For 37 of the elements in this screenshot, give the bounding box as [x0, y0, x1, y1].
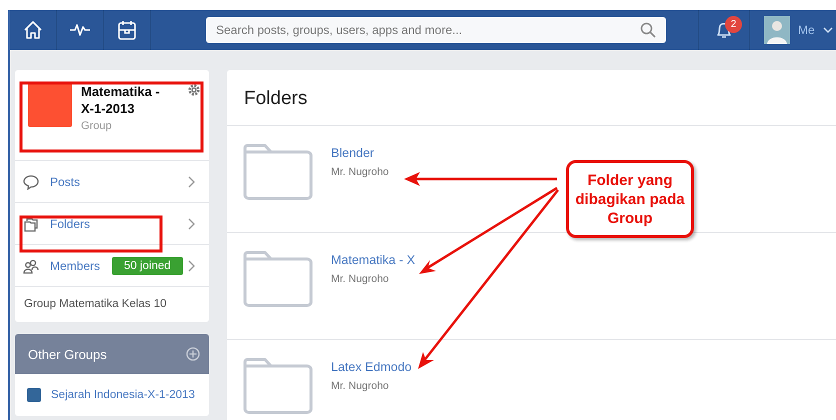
settings-icon[interactable] — [187, 83, 201, 97]
annotation-callout: Folder yang dibagikan pada Group — [566, 160, 694, 238]
page-title: Folders — [227, 70, 836, 126]
nav-label: Posts — [50, 174, 80, 188]
folder-owner: Mr. Nugroho — [331, 166, 389, 178]
chevron-right-icon — [188, 218, 195, 230]
group-type: Group — [81, 120, 113, 132]
folder-name-link[interactable]: Matematika - X — [331, 253, 416, 267]
group-avatar — [28, 83, 72, 127]
section-title: Other Groups — [28, 346, 107, 362]
people-icon — [23, 258, 39, 274]
notification-badge: 2 — [725, 16, 742, 33]
member-count-badge: 50 joined — [112, 256, 183, 274]
add-circle-icon[interactable] — [186, 347, 200, 361]
folder-name-link[interactable]: Blender — [331, 146, 389, 160]
home-icon[interactable] — [22, 19, 44, 41]
sidebar-nav-item[interactable]: Members 50 joined — [15, 245, 209, 287]
folder-owner: Mr. Nugroho — [331, 380, 390, 392]
speech-bubble-icon — [23, 174, 39, 190]
search-field[interactable]: Search posts, groups, users, apps and more... — [206, 17, 666, 43]
folders-icon — [23, 216, 39, 232]
search-icon[interactable] — [640, 22, 656, 38]
group-name: Matematika - X-1-2013 — [81, 83, 161, 117]
caret-icon[interactable] — [822, 27, 833, 33]
group-list-item[interactable]: Sejarah Indonesia-X-1-2013 — [15, 374, 209, 416]
folder-owner: Mr. Nugroho — [331, 273, 390, 285]
chevron-right-icon — [188, 260, 195, 272]
chevron-right-icon — [188, 176, 195, 188]
nav-label: Members — [50, 258, 100, 272]
sidebar-nav-item[interactable]: Folders — [15, 203, 209, 245]
group-link[interactable]: Sejarah Indonesia-X-1-2013 — [51, 389, 195, 401]
nav-label: Folders — [50, 216, 90, 230]
calendar-icon[interactable] — [116, 19, 138, 41]
user-menu-label[interactable]: Me — [798, 23, 815, 37]
group-description: Group Matematika Kelas 10 — [23, 297, 168, 312]
folder-name-link[interactable]: Latex Edmodo — [331, 360, 412, 374]
sidebar-nav-item[interactable]: Posts — [15, 161, 209, 203]
